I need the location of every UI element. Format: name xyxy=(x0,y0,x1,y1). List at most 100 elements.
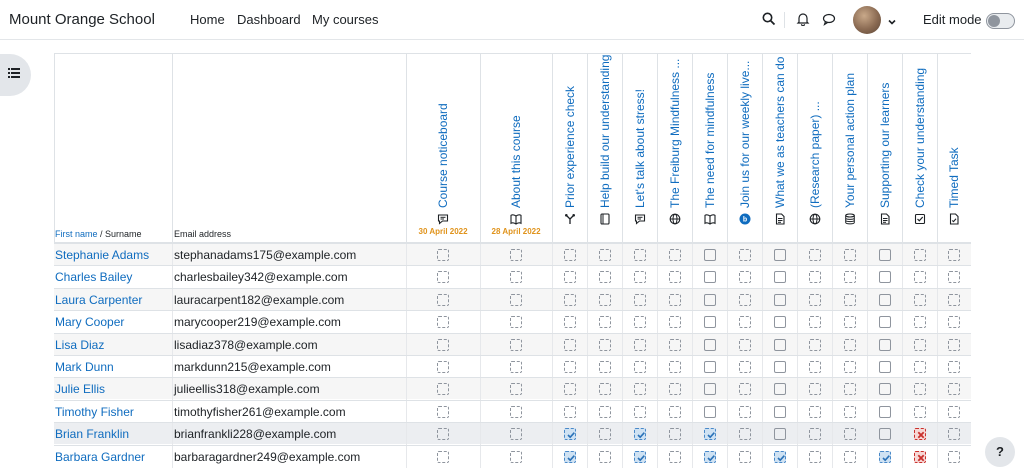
student-name-link[interactable]: Mary Cooper xyxy=(55,315,124,329)
manual-completion-checkbox[interactable] xyxy=(878,361,891,373)
manual-completion-checkbox[interactable] xyxy=(773,405,786,418)
cell-divider xyxy=(480,266,481,289)
search-icon[interactable] xyxy=(762,12,778,28)
activity-6-link[interactable]: The Freiburg Mindfulness ... xyxy=(668,59,682,208)
manual-completion-checkbox[interactable] xyxy=(773,383,786,396)
student-email: markdunn215@example.com xyxy=(174,360,331,374)
nav-dashboard-link[interactable]: Dashboard xyxy=(237,12,301,27)
activity-4-link[interactable]: Help build our understanding xyxy=(598,55,612,208)
auto-completion-checkbox xyxy=(563,293,576,306)
auto-completion-checkbox xyxy=(843,316,856,329)
cell-divider xyxy=(480,378,481,401)
cell-divider xyxy=(657,378,658,401)
cell-divider xyxy=(587,356,588,378)
nav-my-courses-link[interactable]: My courses xyxy=(312,12,378,27)
auto-completion-checkbox xyxy=(843,361,856,373)
manual-completion-checkbox[interactable] xyxy=(703,405,716,418)
avatar[interactable] xyxy=(853,6,881,34)
site-brand[interactable]: Mount Orange School xyxy=(9,11,155,28)
manual-completion-checkbox[interactable] xyxy=(878,383,891,396)
cell-divider xyxy=(902,266,903,289)
cell-divider xyxy=(406,333,407,356)
auto-completion-checkbox xyxy=(738,383,751,396)
auto-completion-checkbox xyxy=(598,361,611,373)
activity-10-link[interactable]: (Research paper) ... xyxy=(808,101,822,208)
manual-completion-checkbox[interactable] xyxy=(773,293,786,306)
auto-completion-checkbox xyxy=(808,361,821,373)
auto-completion-checkbox xyxy=(598,383,611,396)
manual-completion-checkbox[interactable] xyxy=(773,428,786,441)
help-button[interactable]: ? xyxy=(985,437,1015,467)
student-name-link[interactable]: Brian Franklin xyxy=(55,427,129,441)
manual-completion-checkbox[interactable] xyxy=(703,271,716,284)
cell-divider xyxy=(937,378,938,401)
manual-completion-checkbox[interactable] xyxy=(703,316,716,329)
first-name-sort-link[interactable]: First name xyxy=(55,229,98,239)
manual-completion-checkbox[interactable] xyxy=(878,249,891,261)
chat-icon[interactable] xyxy=(822,12,838,28)
cell-divider xyxy=(622,445,623,468)
activity-3-link[interactable]: Prior experience check xyxy=(563,86,577,208)
cell-divider xyxy=(622,400,623,423)
manual-completion-checkbox[interactable] xyxy=(878,271,891,284)
student-name-link[interactable]: Timothy Fisher xyxy=(55,405,134,419)
cell-divider xyxy=(552,378,553,401)
student-name-link[interactable]: Stephanie Adams xyxy=(55,248,149,262)
auto-completion-checkbox xyxy=(668,271,681,284)
student-name-link[interactable]: Mark Dunn xyxy=(55,360,114,374)
student-name-link[interactable]: Laura Carpenter xyxy=(55,293,142,307)
auto-completion-checkbox xyxy=(633,249,646,261)
cell-divider xyxy=(797,244,798,266)
activity-11-link[interactable]: Your personal action plan xyxy=(843,73,857,208)
student-email: stephanadams175@example.com xyxy=(174,248,357,262)
manual-completion-checkbox[interactable] xyxy=(878,316,891,329)
course-index-toggle[interactable] xyxy=(0,54,31,96)
bell-icon[interactable] xyxy=(796,12,812,28)
header-divider xyxy=(172,54,173,242)
cell-divider xyxy=(552,244,553,266)
manual-completion-checkbox[interactable] xyxy=(878,428,891,441)
auto-completion-checkbox xyxy=(913,293,926,306)
student-name-link[interactable]: Lisa Diaz xyxy=(55,338,104,352)
bigbluebutton-icon: b xyxy=(739,212,751,225)
auto-completion-checkbox xyxy=(437,338,449,351)
header-divider xyxy=(622,54,623,242)
activity-8-link[interactable]: Join us for our weekly live... xyxy=(738,61,752,208)
surname-sort-link[interactable]: Surname xyxy=(105,229,142,239)
manual-completion-checkbox[interactable] xyxy=(773,338,786,351)
header-divider xyxy=(937,54,938,242)
manual-completion-checkbox[interactable] xyxy=(703,361,716,373)
nav-home-link[interactable]: Home xyxy=(190,12,225,27)
cell-divider xyxy=(902,333,903,356)
activity-2-link[interactable]: About this course xyxy=(509,115,523,208)
edit-mode-toggle[interactable] xyxy=(986,13,1015,29)
cell-divider xyxy=(657,311,658,334)
chevron-down-icon[interactable] xyxy=(887,14,897,25)
manual-completion-checkbox[interactable] xyxy=(703,383,716,396)
activity-12-link[interactable]: Supporting our learners xyxy=(878,83,892,208)
auto-completion-checkbox xyxy=(738,249,751,261)
activity-7-link[interactable]: The need for mindfulness xyxy=(703,73,717,208)
lesson-icon xyxy=(844,212,856,225)
auto-completion-checkbox xyxy=(948,428,960,441)
activity-5-link[interactable]: Let's talk about stress! xyxy=(633,89,647,208)
manual-completion-checkbox[interactable] xyxy=(878,338,891,351)
manual-completion-checkbox[interactable] xyxy=(773,361,786,373)
activity-9-link[interactable]: What we as teachers can do xyxy=(773,57,787,208)
student-name-link[interactable]: Charles Bailey xyxy=(55,270,132,284)
activity-1-link[interactable]: Course noticeboard xyxy=(436,103,450,208)
manual-completion-checkbox[interactable] xyxy=(703,293,716,306)
manual-completion-checkbox[interactable] xyxy=(773,271,786,284)
manual-completion-checkbox[interactable] xyxy=(878,293,891,306)
manual-completion-checkbox[interactable] xyxy=(878,405,891,418)
activity-14-link[interactable]: Timed Task xyxy=(947,147,961,208)
manual-completion-checkbox[interactable] xyxy=(703,249,716,261)
student-name-link[interactable]: Julie Ellis xyxy=(55,382,105,396)
manual-completion-checkbox[interactable] xyxy=(773,249,786,261)
cell-divider xyxy=(587,333,588,356)
manual-completion-checkbox[interactable] xyxy=(773,316,786,329)
activity-13-link[interactable]: Check your understanding xyxy=(913,68,927,208)
manual-completion-checkbox[interactable] xyxy=(703,338,716,351)
student-name-link[interactable]: Barbara Gardner xyxy=(55,450,145,464)
cell-divider xyxy=(480,400,481,423)
